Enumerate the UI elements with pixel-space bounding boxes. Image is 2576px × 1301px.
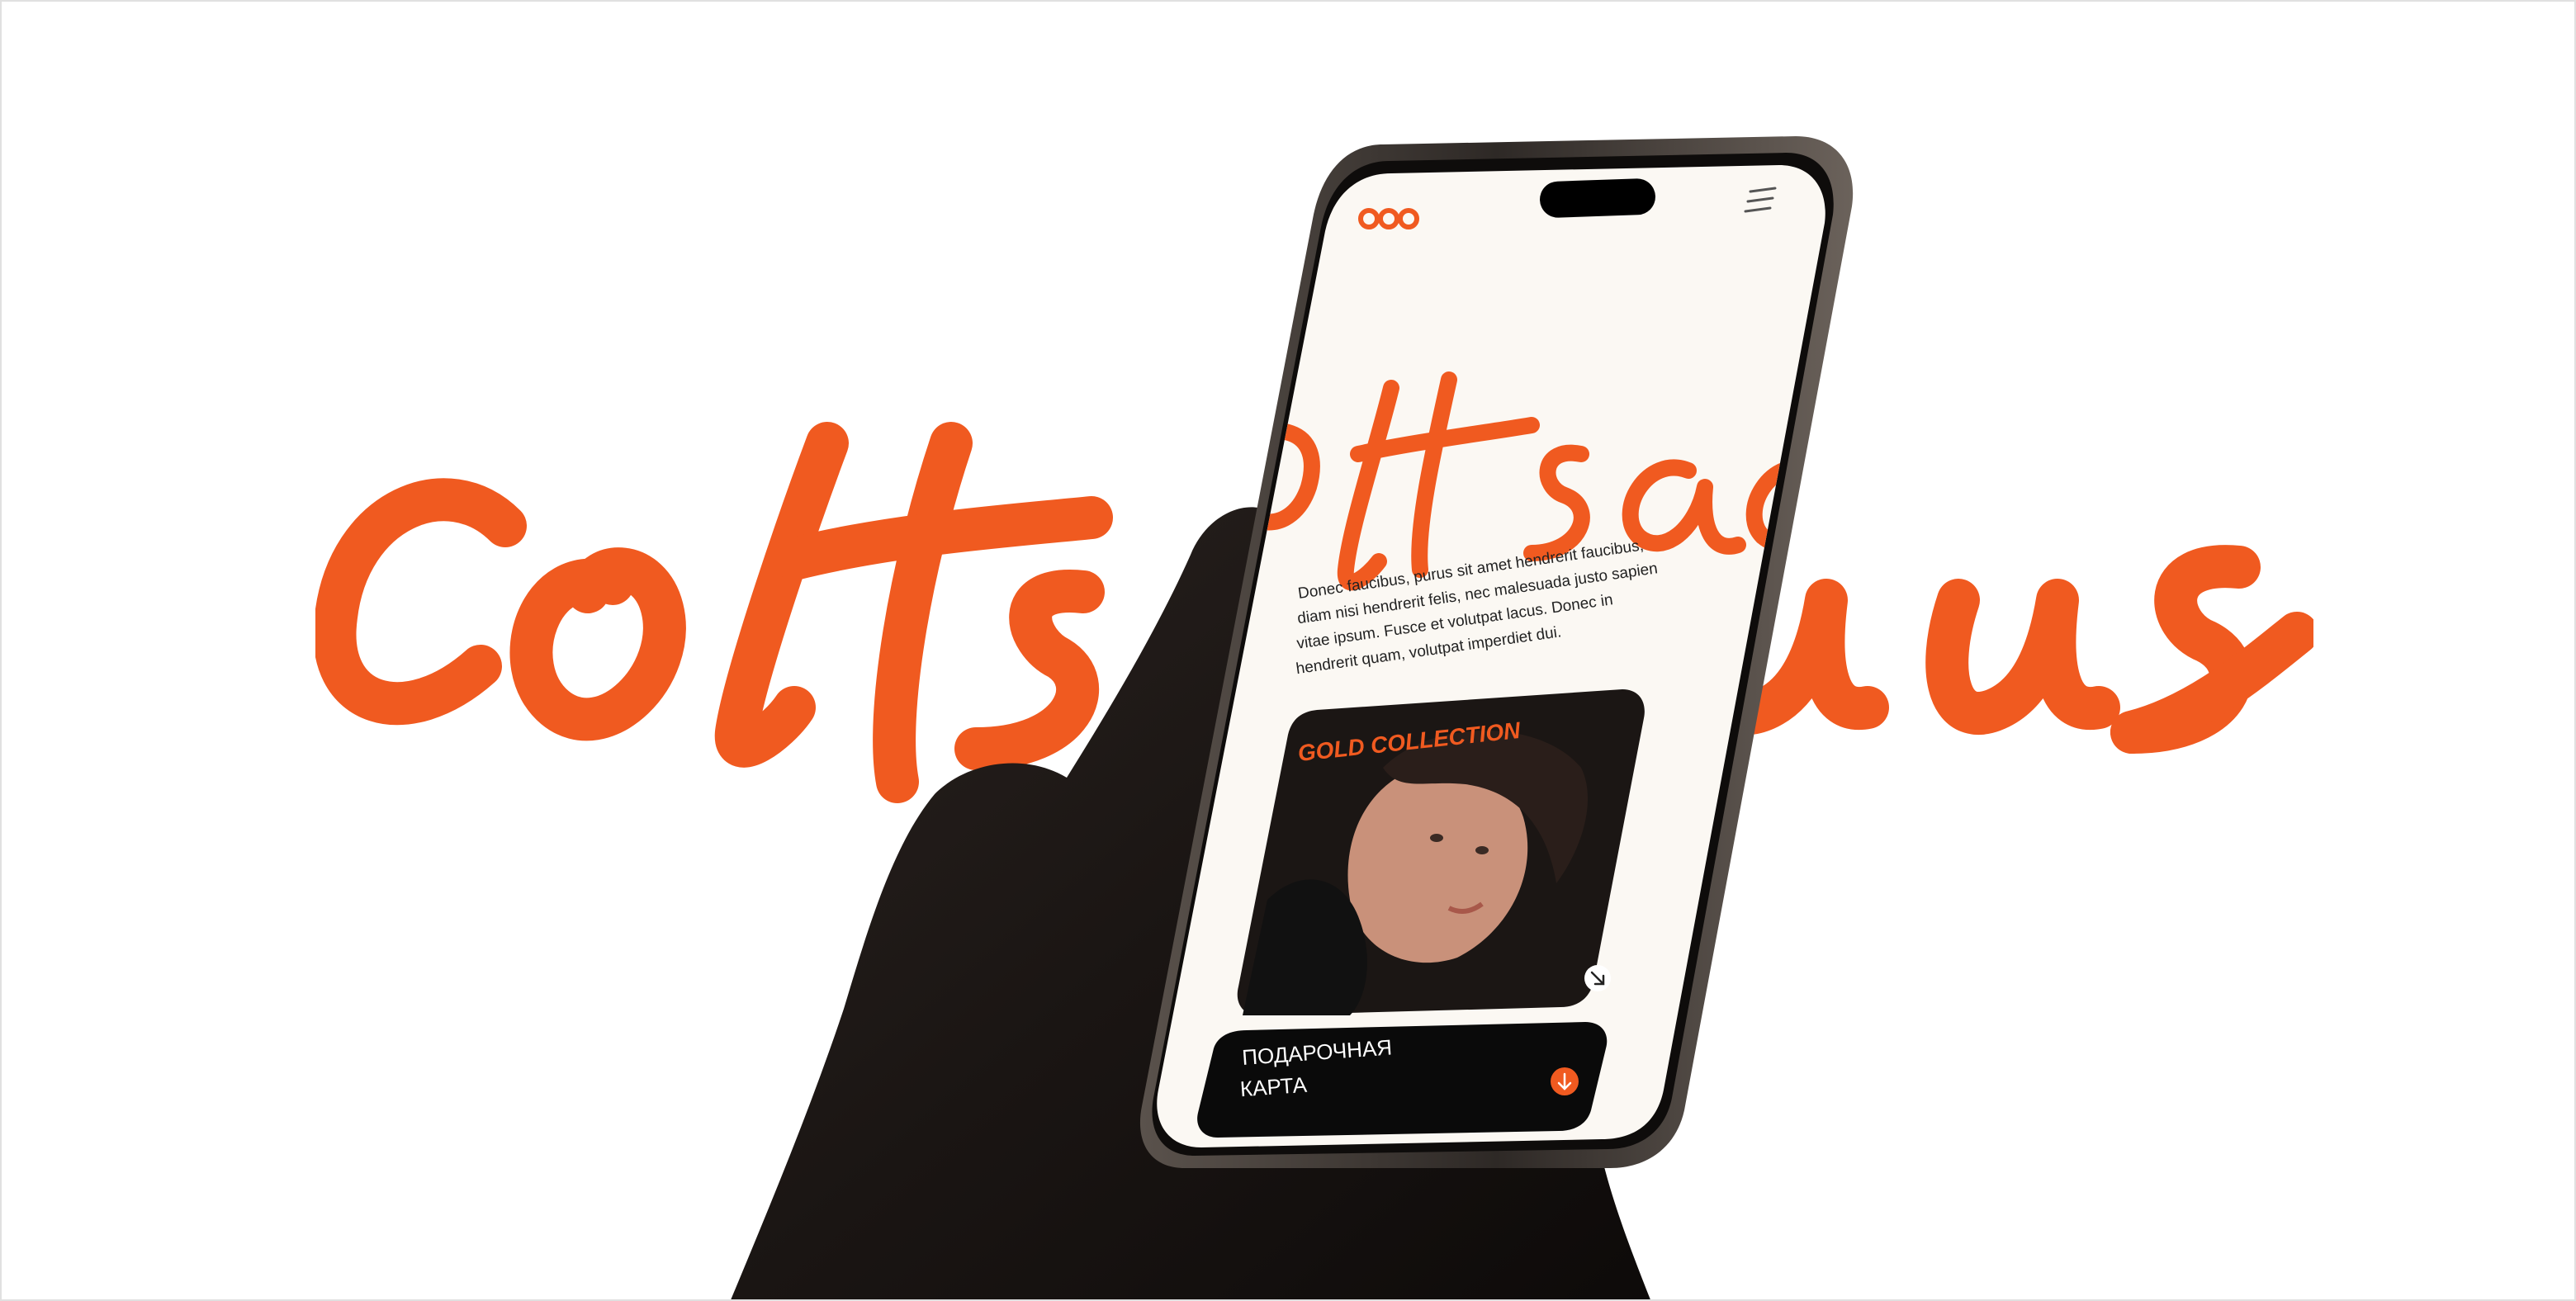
arrow-down-circle-icon[interactable] [1551,1067,1579,1095]
gold-collection-card[interactable]: GOLD COLLECTION [1237,689,1645,1015]
smartphone-mockup: Donec faucibus, purus sit amet hendrerit… [1139,136,1854,1168]
dynamic-island [1540,178,1655,218]
gift-card-banner[interactable]: ПОДАРОЧНАЯ КАРТА [1197,1022,1608,1138]
gift-card-line-2: КАРТА [1239,1072,1309,1102]
arrow-down-right-icon[interactable] [1584,965,1611,991]
canvas-frame: Donec faucibus, purus sit amet hendrerit… [0,0,2576,1301]
